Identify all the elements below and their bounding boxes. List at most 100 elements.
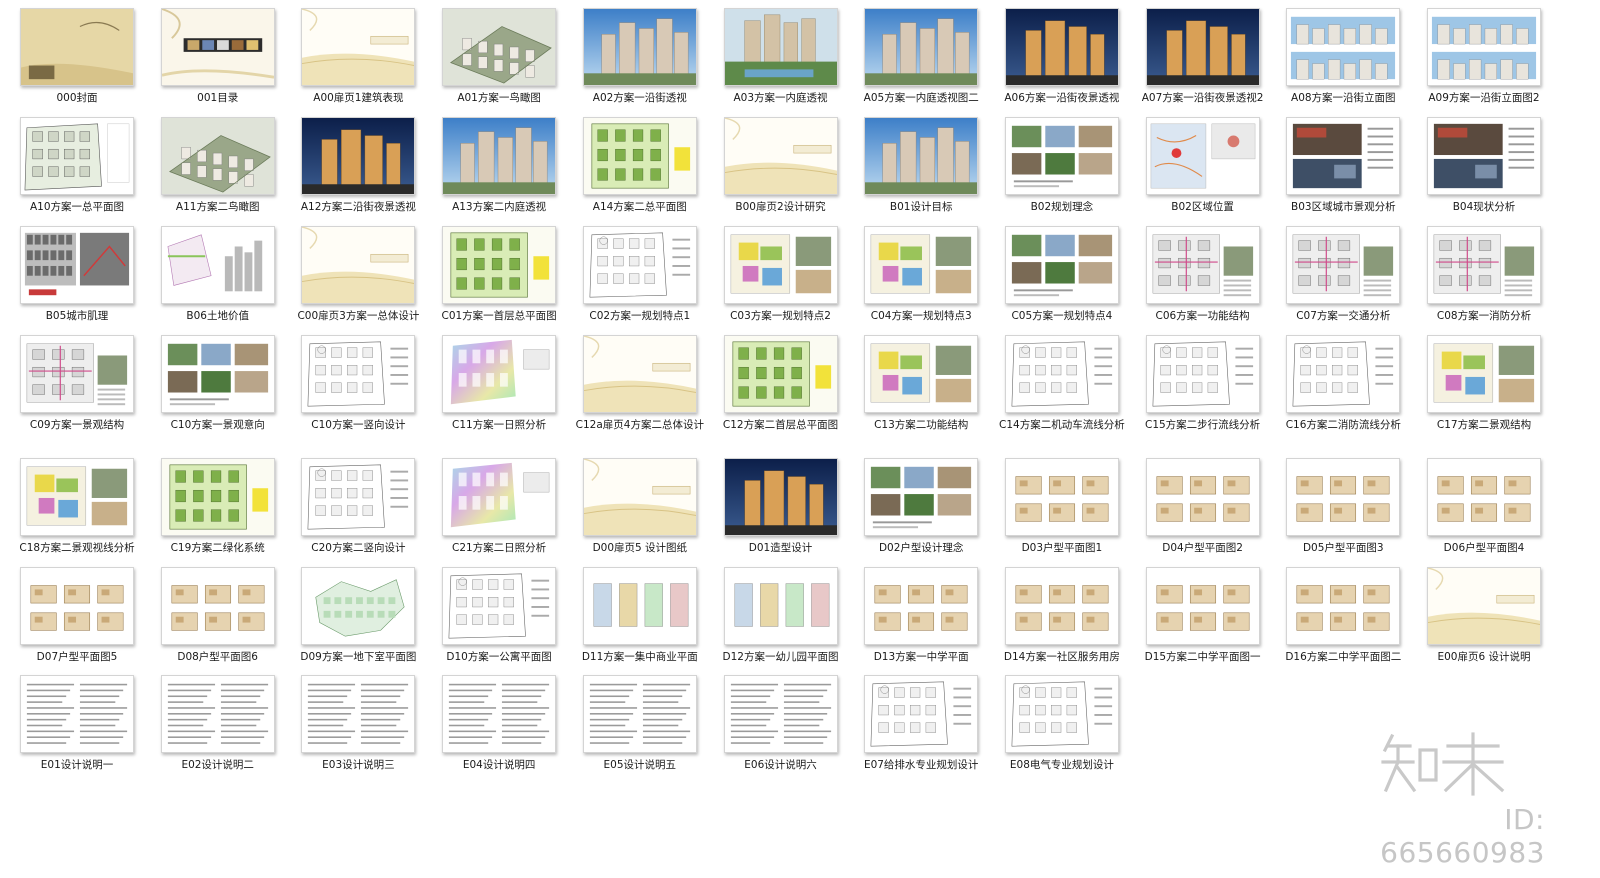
file-thumbnail[interactable] xyxy=(1286,8,1401,86)
thumbnail-image xyxy=(1146,336,1259,412)
file-name-label: A02方案一沿街透视 xyxy=(592,92,687,104)
file-thumbnail[interactable] xyxy=(1427,567,1541,645)
file-thumbnail[interactable] xyxy=(1145,117,1260,195)
file-thumbnail[interactable] xyxy=(20,335,134,413)
thumbnail-image xyxy=(865,118,978,194)
file-name-label: A13方案二内庭透视 xyxy=(452,201,547,213)
file-thumbnail[interactable] xyxy=(20,567,134,645)
file-name-label: E01设计说明一 xyxy=(40,759,114,771)
file-thumbnail[interactable] xyxy=(1145,8,1260,86)
thumbnail-image xyxy=(724,568,837,644)
thumbnail-image xyxy=(583,227,696,303)
file-thumbnail[interactable] xyxy=(1427,8,1541,86)
file-thumbnail[interactable] xyxy=(864,458,979,536)
file-thumbnail[interactable] xyxy=(301,117,416,195)
file-name-label: C17方案二景观结构 xyxy=(1436,419,1532,431)
file-thumbnail[interactable] xyxy=(723,8,838,86)
file-thumbnail[interactable] xyxy=(442,8,557,86)
file-thumbnail[interactable] xyxy=(864,335,979,413)
file-thumbnail[interactable] xyxy=(20,117,134,195)
file-thumbnail[interactable] xyxy=(1286,335,1401,413)
thumbnail-image xyxy=(1428,227,1540,303)
file-thumbnail[interactable] xyxy=(582,117,697,195)
file-name-label: C19方案二绿化系统 xyxy=(170,542,265,554)
thumbnail-image xyxy=(1146,118,1259,194)
file-thumbnail[interactable] xyxy=(723,335,838,413)
file-name-label: D05户型平面图3 xyxy=(1302,542,1384,554)
file-thumbnail[interactable] xyxy=(1145,567,1260,645)
file-thumbnail[interactable] xyxy=(723,458,838,536)
file-thumbnail[interactable] xyxy=(1145,458,1260,536)
file-name-label: D16方案二中学平面图二 xyxy=(1285,651,1402,663)
file-thumbnail[interactable] xyxy=(442,458,557,536)
file-name-label: E03设计说明三 xyxy=(322,759,395,771)
file-thumbnail[interactable] xyxy=(864,567,979,645)
file-thumbnail[interactable] xyxy=(1427,335,1541,413)
file-thumbnail[interactable] xyxy=(864,8,979,86)
file-name-label: B02区域位置 xyxy=(1171,201,1234,213)
file-thumbnail[interactable] xyxy=(20,226,134,304)
file-thumbnail[interactable] xyxy=(723,226,838,304)
file-thumbnail[interactable] xyxy=(582,226,697,304)
file-thumbnail[interactable] xyxy=(582,567,697,645)
thumbnail-image xyxy=(865,459,978,535)
file-thumbnail[interactable] xyxy=(20,675,134,753)
file-thumbnail[interactable] xyxy=(301,458,416,536)
file-thumbnail[interactable] xyxy=(442,117,557,195)
file-thumbnail[interactable] xyxy=(1004,458,1119,536)
file-name-label: E07给排水专业规划设计 xyxy=(863,759,979,771)
file-thumbnail[interactable] xyxy=(160,117,275,195)
file-thumbnail[interactable] xyxy=(1004,117,1119,195)
file-thumbnail[interactable] xyxy=(301,226,416,304)
file-thumbnail[interactable] xyxy=(582,675,697,753)
file-thumbnail[interactable] xyxy=(160,335,275,413)
file-name-label: D03户型平面图1 xyxy=(1021,542,1103,554)
file-thumbnail[interactable] xyxy=(1427,458,1541,536)
file-thumbnail[interactable] xyxy=(160,226,275,304)
file-thumbnail[interactable] xyxy=(20,458,134,536)
file-thumbnail[interactable] xyxy=(442,226,557,304)
file-thumbnail[interactable] xyxy=(160,458,275,536)
file-thumbnail[interactable] xyxy=(301,567,416,645)
file-name-label: B03区域城市景观分析 xyxy=(1291,201,1396,213)
file-thumbnail[interactable] xyxy=(301,8,416,86)
file-thumbnail[interactable] xyxy=(1286,117,1401,195)
file-thumbnail[interactable] xyxy=(301,675,416,753)
thumbnail-image xyxy=(161,9,274,85)
file-thumbnail[interactable] xyxy=(442,675,557,753)
file-thumbnail[interactable] xyxy=(160,567,275,645)
file-thumbnail[interactable] xyxy=(1004,567,1119,645)
file-thumbnail[interactable] xyxy=(442,567,557,645)
file-thumbnail[interactable] xyxy=(1004,8,1119,86)
file-thumbnail[interactable] xyxy=(864,675,979,753)
file-thumbnail[interactable] xyxy=(864,117,979,195)
file-thumbnail[interactable] xyxy=(582,458,697,536)
file-thumbnail[interactable] xyxy=(1427,226,1541,304)
file-name-label: D09方案一地下室平面图 xyxy=(300,651,417,663)
thumbnail-image xyxy=(21,676,133,752)
file-thumbnail[interactable] xyxy=(160,8,275,86)
file-thumbnail[interactable] xyxy=(582,8,697,86)
file-name-label: C10方案一竖向设计 xyxy=(311,419,406,431)
file-thumbnail[interactable] xyxy=(20,8,134,86)
file-thumbnail[interactable] xyxy=(442,335,557,413)
file-thumbnail[interactable] xyxy=(1286,458,1401,536)
file-thumbnail[interactable] xyxy=(1145,226,1260,304)
thumbnail-image xyxy=(1005,336,1118,412)
file-thumbnail[interactable] xyxy=(723,567,838,645)
file-thumbnail[interactable] xyxy=(301,335,416,413)
file-thumbnail[interactable] xyxy=(1004,335,1119,413)
file-thumbnail[interactable] xyxy=(1286,226,1401,304)
thumbnail-image xyxy=(1005,459,1118,535)
file-thumbnail[interactable] xyxy=(160,675,275,753)
file-name-label: C12a扉页4方案二总体设计 xyxy=(575,419,704,431)
file-thumbnail[interactable] xyxy=(723,117,838,195)
file-thumbnail[interactable] xyxy=(1004,226,1119,304)
file-thumbnail[interactable] xyxy=(864,226,979,304)
file-thumbnail[interactable] xyxy=(1427,117,1541,195)
file-thumbnail[interactable] xyxy=(1004,675,1119,753)
file-thumbnail[interactable] xyxy=(1286,567,1401,645)
file-thumbnail[interactable] xyxy=(1145,335,1260,413)
file-thumbnail[interactable] xyxy=(582,335,697,413)
file-thumbnail[interactable] xyxy=(723,675,838,753)
